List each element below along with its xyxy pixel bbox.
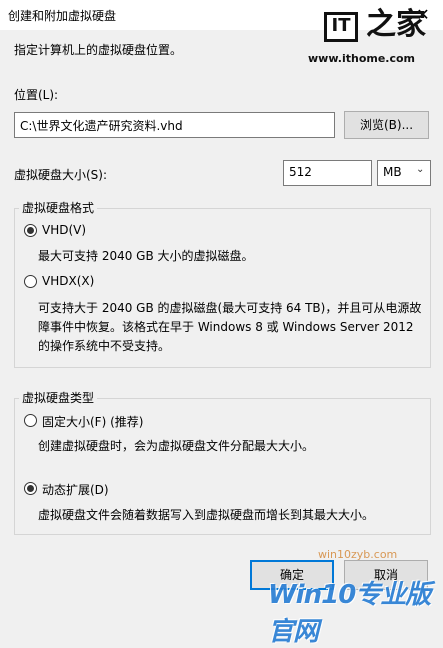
vhd-description: 最大可支持 2040 GB 大小的虚拟磁盘。 <box>38 249 254 263</box>
watermark-site: win10zyb.com <box>318 548 398 561</box>
dynamic-description: 虚拟硬盘文件会随着数据写入到虚拟硬盘而增长到其最大大小。 <box>38 508 375 522</box>
location-label: 位置(L): <box>14 88 59 102</box>
vhdx-description-line: 的操作系统中不受支持。 <box>38 339 171 353</box>
fixed-size-radio[interactable] <box>24 414 37 427</box>
ithome-logo-text: 之家 <box>366 7 426 42</box>
vhdx-description-line: 障事件中恢复。该格式在早于 Windows 8 或 Windows Server… <box>38 320 414 334</box>
vhdx-radio[interactable] <box>24 275 37 288</box>
fixed-size-description: 创建虚拟硬盘时，会为虚拟硬盘文件分配最大大小。 <box>38 439 315 453</box>
vhd-radio-label[interactable]: VHD(V) <box>42 223 86 237</box>
ithome-logo-mark: IT <box>324 12 358 42</box>
unit-select[interactable]: MB ⌄ <box>377 160 431 186</box>
radio-selected-dot <box>27 227 34 234</box>
fixed-size-radio-label[interactable]: 固定大小(F) (推荐) <box>42 413 143 430</box>
type-group-title: 虚拟硬盘类型 <box>19 389 98 406</box>
vhdx-radio-label[interactable]: VHDX(X) <box>42 274 94 288</box>
vhd-radio[interactable] <box>24 224 37 237</box>
location-input[interactable]: C:\世界文化遗产研究资料.vhd <box>14 112 335 138</box>
dynamic-radio[interactable] <box>24 482 37 495</box>
size-label: 虚拟硬盘大小(S): <box>14 168 108 182</box>
dynamic-radio-label[interactable]: 动态扩展(D) <box>42 481 109 498</box>
window-title: 创建和附加虚拟硬盘 <box>8 9 117 23</box>
vhdx-description-line: 可支持大于 2040 GB 的虚拟磁盘(最大可支持 64 TB)，并且可从电源故 <box>38 301 422 315</box>
radio-selected-dot <box>27 485 34 492</box>
ithome-logo-url: www.ithome.com <box>308 52 416 65</box>
intro-text: 指定计算机上的虚拟硬盘位置。 <box>14 43 183 57</box>
format-group-title: 虚拟硬盘格式 <box>19 199 98 216</box>
watermark-brand: Win10专业版官网 <box>268 580 431 647</box>
chevron-down-icon: ⌄ <box>416 164 425 175</box>
unit-select-value: MB <box>383 165 402 179</box>
browse-button[interactable]: 浏览(B)... <box>344 111 429 139</box>
size-input[interactable]: 512 <box>283 160 372 186</box>
